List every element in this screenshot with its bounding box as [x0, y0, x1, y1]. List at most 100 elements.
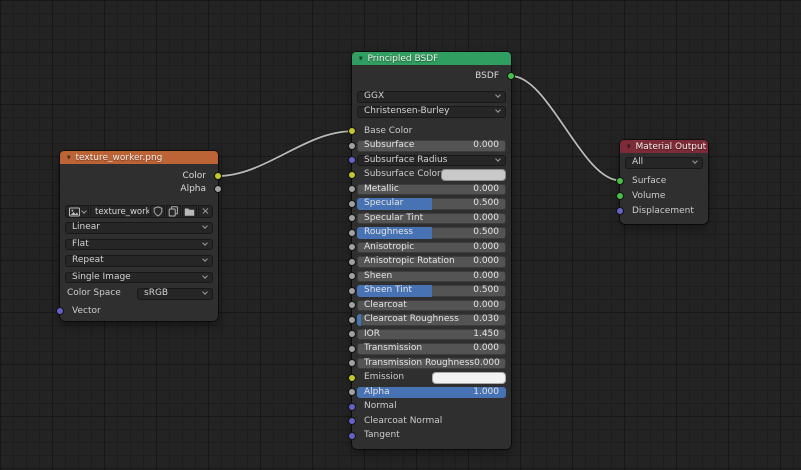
normal-input-socket[interactable] [348, 403, 356, 411]
copy-datablock-button[interactable] [166, 205, 181, 218]
anisotropic-rotation-input-socket[interactable] [348, 258, 356, 266]
emission-input-socket[interactable] [348, 374, 356, 382]
tangent-input-label: Tangent [364, 430, 400, 440]
slider-value: 1.450 [473, 329, 499, 341]
specular-tint-slider[interactable]: Specular Tint0.000 [357, 213, 506, 225]
ior-slider[interactable]: IOR1.450 [357, 329, 506, 341]
subsurface-radius-dropdown[interactable]: Subsurface Radius [357, 155, 506, 167]
displacement-input-label: Displacement [632, 206, 694, 216]
chevron-down-icon [202, 240, 208, 246]
color-output-socket[interactable] [214, 172, 222, 180]
specular-slider[interactable]: Specular 0.500 [357, 198, 506, 210]
projection-dropdown[interactable]: Flat [65, 239, 213, 251]
node-header-image-texture[interactable]: ▾ texture_worker.png [60, 151, 218, 164]
chevron-down-icon [202, 223, 208, 229]
bsdf-output-socket[interactable] [507, 72, 515, 80]
subsurface-color-label: Subsurface Color [357, 169, 441, 181]
unlink-x-button[interactable]: × [198, 205, 213, 218]
slider-label: Metallic [364, 184, 399, 196]
image-name-field[interactable]: texture_worker.p... [90, 205, 149, 218]
fake-user-shield-icon [153, 206, 163, 217]
dropdown-value: Christensen-Burley [364, 106, 449, 118]
sheen-slider[interactable]: Sheen0.000 [357, 271, 506, 283]
node-image-texture[interactable]: ▾ texture_worker.png ColorAlphatexture_w… [60, 151, 218, 321]
anisotropic-input-socket[interactable] [348, 243, 356, 251]
collapse-arrow-icon[interactable]: ▾ [359, 55, 363, 62]
node-principled-bsdf[interactable]: ▾ Principled BSDF BSDFGGXChristensen-Bur… [352, 52, 511, 449]
clearcoat-roughness-slider[interactable]: Clearcoat Roughness0.030 [357, 314, 506, 326]
displacement-input-socket[interactable] [616, 207, 624, 215]
dropdown-value: Subsurface Radius [364, 155, 447, 167]
slider-label: Sheen [364, 271, 392, 283]
slider-label: Clearcoat [364, 300, 407, 312]
anisotropic-slider[interactable]: Anisotropic0.000 [357, 242, 506, 254]
fake-user-shield-button[interactable] [150, 205, 165, 218]
color-space-dropdown[interactable]: sRGB [137, 288, 213, 300]
surface-input-socket[interactable] [616, 177, 624, 185]
open-image-folder-icon [184, 207, 195, 217]
node-link-wire [511, 76, 620, 181]
collapse-arrow-icon[interactable]: ▾ [67, 154, 71, 161]
sheen-tint-input-socket[interactable] [348, 287, 356, 295]
base-color-input-label: Base Color [364, 126, 412, 136]
interpolation-dropdown[interactable]: Linear [65, 222, 213, 234]
transmission-slider[interactable]: Transmission0.000 [357, 343, 506, 355]
subsurface-method-dropdown[interactable]: Christensen-Burley [357, 106, 506, 118]
base-color-input-socket[interactable] [348, 127, 356, 135]
node-header-material-output[interactable]: ▾ Material Output [620, 140, 708, 153]
node-material-output[interactable]: ▾ Material Output AllSurfaceVolumeDispla… [620, 140, 708, 224]
slider-label: Specular [364, 198, 403, 210]
transmission-input-socket[interactable] [348, 345, 356, 353]
roughness-slider[interactable]: Roughness0.500 [357, 227, 506, 239]
ior-input-socket[interactable] [348, 330, 356, 338]
chevron-down-icon [495, 107, 501, 113]
sheen-input-socket[interactable] [348, 272, 356, 280]
specular-tint-input-socket[interactable] [348, 214, 356, 222]
node-header-principled-bsdf[interactable]: ▾ Principled BSDF [352, 52, 511, 65]
dropdown-value: sRGB [144, 288, 168, 300]
node-title: Principled BSDF [368, 54, 439, 64]
volume-input-socket[interactable] [616, 192, 624, 200]
image-browse-button[interactable] [65, 205, 89, 218]
clearcoat-roughness-input-socket[interactable] [348, 316, 356, 324]
roughness-input-socket[interactable] [348, 229, 356, 237]
open-image-folder-button[interactable] [182, 205, 197, 218]
sheen-tint-slider[interactable]: Sheen Tint0.500 [357, 285, 506, 297]
slider-label: Transmission Roughness [364, 358, 474, 370]
emission-color-swatch[interactable] [432, 372, 507, 384]
transmission-roughness-slider[interactable]: Transmission Roughness0.000 [357, 358, 506, 370]
alpha-input-socket[interactable] [348, 388, 356, 396]
output-target-dropdown[interactable]: All [625, 157, 703, 169]
specular-input-socket[interactable] [348, 200, 356, 208]
vector-input-socket[interactable] [56, 307, 64, 315]
node-title: texture_worker.png [76, 153, 163, 163]
image-source-dropdown[interactable]: Single Image [65, 272, 213, 284]
dropdown-value: Flat [72, 239, 89, 251]
alpha-slider[interactable]: Alpha1.000 [357, 387, 506, 399]
slider-label: Alpha [364, 387, 390, 399]
clearcoat-slider[interactable]: Clearcoat0.000 [357, 300, 506, 312]
subsurface-slider[interactable]: Subsurface0.000 [357, 140, 506, 152]
subsurface-color-color-swatch[interactable] [441, 169, 506, 181]
metallic-slider[interactable]: Metallic0.000 [357, 184, 506, 196]
subsurface-input-socket[interactable] [348, 142, 356, 150]
subsurface-radius-input-socket[interactable] [348, 156, 356, 164]
clearcoat-normal-input-label: Clearcoat Normal [364, 416, 442, 426]
clearcoat-normal-input-socket[interactable] [348, 417, 356, 425]
slider-value: 0.500 [473, 198, 499, 210]
node-link-wire [218, 131, 352, 176]
alpha-output-socket[interactable] [214, 185, 222, 193]
node-editor-canvas[interactable]: ▾ texture_worker.png Color Alpha texture_w… [0, 0, 801, 470]
tangent-input-socket[interactable] [348, 432, 356, 440]
slider-label: Anisotropic Rotation [364, 256, 455, 268]
subsurface-color-input-socket[interactable] [348, 171, 356, 179]
color-output-label: Color [183, 171, 207, 181]
chevron-down-icon [202, 273, 208, 279]
extension-dropdown[interactable]: Repeat [65, 255, 213, 267]
metallic-input-socket[interactable] [348, 185, 356, 193]
transmission-roughness-input-socket[interactable] [348, 359, 356, 367]
clearcoat-input-socket[interactable] [348, 301, 356, 309]
anisotropic-rotation-slider[interactable]: Anisotropic Rotation0.000 [357, 256, 506, 268]
distribution-dropdown[interactable]: GGX [357, 91, 506, 103]
collapse-arrow-icon[interactable]: ▾ [627, 143, 631, 150]
